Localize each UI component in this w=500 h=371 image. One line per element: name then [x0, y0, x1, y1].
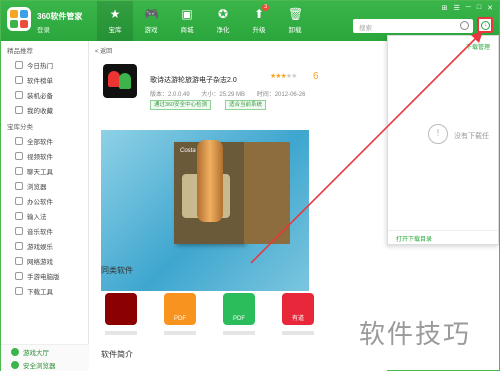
sidebar-item-game-ent[interactable]: 游戏娱乐: [1, 238, 88, 253]
browser-e-icon: [11, 360, 19, 369]
sidebar-item-rankings[interactable]: 软件榜单: [1, 72, 88, 87]
purify-icon: ✪: [217, 7, 229, 21]
list-icon: [15, 75, 23, 84]
nav-tab-upgrade[interactable]: ⬆ 3 升级: [241, 1, 277, 41]
search-icon[interactable]: [460, 21, 469, 30]
gamepad-icon: 🎮: [144, 7, 159, 21]
sidebar-item-essentials[interactable]: 装机必备: [1, 87, 88, 102]
sidebar-section-featured: 精品推荐: [7, 48, 33, 55]
app-title: 歌诗达游轮旅游电子杂志2.0: [150, 77, 237, 84]
sidebar-item-favorites[interactable]: 我的收藏: [1, 102, 88, 117]
menu-icon[interactable]: ☰: [454, 4, 460, 12]
intro-title: 软件简介: [101, 350, 133, 359]
nav-tab-uninstall[interactable]: 🗑 卸载: [277, 1, 313, 41]
similar-software-list: PDF PDF 有道: [105, 293, 314, 335]
main-nav: ★ 宝库 🎮 游戏 ▣ 商城 ✪ 净化 ⬆ 3 升级 🗑 卸载: [97, 1, 313, 41]
sidebar-item-mobile-games[interactable]: 手游电脑版: [1, 268, 88, 283]
nav-tab-purify[interactable]: ✪ 净化: [205, 1, 241, 41]
document-icon: [15, 196, 23, 205]
sidebar-item-download-tools[interactable]: 下载工具: [1, 283, 88, 298]
sidebar-item-music[interactable]: 音乐软件: [1, 223, 88, 238]
watermark: 软件技巧: [359, 320, 472, 350]
app-icon: [103, 64, 137, 98]
window-controls: ⊞ ☰ ─ □ ✕: [442, 4, 493, 12]
star-icon: ★: [109, 7, 121, 21]
maximize-icon[interactable]: □: [477, 4, 481, 12]
open-download-dir-link[interactable]: 打开下载目录: [388, 230, 498, 244]
app-logo-icon[interactable]: [7, 7, 31, 31]
nav-tab-shop[interactable]: ▣ 商城: [169, 1, 205, 41]
youdao-icon: 有道: [282, 293, 314, 325]
compatible-tag: 适合当前系统: [225, 100, 267, 110]
monitor-icon: [15, 90, 23, 99]
screenshot-brand: Costa: [180, 148, 196, 154]
flame-icon: [15, 60, 23, 69]
browser-icon: [15, 181, 23, 190]
trash-icon: 🗑: [288, 7, 304, 21]
keyboard-icon: [15, 211, 23, 220]
shop-bag-icon: ▣: [181, 7, 193, 21]
minimize-icon[interactable]: ─: [466, 4, 471, 12]
security-check-tag: 通过360安全中心检测: [150, 100, 212, 110]
sidebar-item-all[interactable]: 全部软件: [1, 133, 88, 148]
sidebar-section-categories: 宝库分类: [7, 124, 33, 131]
download-arrow-icon: ↓: [481, 21, 490, 30]
version-label: 版本：2.0.0.49: [150, 92, 190, 98]
upgrade-count-badge: 3: [262, 4, 269, 11]
skin-icon[interactable]: ⊞: [442, 4, 448, 12]
app-window: 360软件管家 登录 ★ 宝库 🎮 游戏 ▣ 商城 ✪ 净化 ⬆ 3 升级 🗑 …: [0, 0, 500, 371]
acrobat-icon: [105, 293, 137, 325]
download-icon: [15, 286, 23, 295]
sidebar-item-online-games[interactable]: 网络游戏: [1, 253, 88, 268]
safe-browser-link[interactable]: 安全浏览器: [1, 358, 89, 371]
sidebar-item-chat[interactable]: 聊天工具: [1, 163, 88, 178]
similar-app-1[interactable]: [105, 293, 137, 335]
similar-app-2[interactable]: PDF: [164, 293, 196, 335]
back-link[interactable]: < 返回: [95, 46, 112, 55]
software-detail: < 返回 歌诗达游轮旅游电子杂志2.0 ★★★★★ 6 版本：2.0.0.49 …: [89, 41, 387, 371]
video-icon: [15, 151, 23, 160]
sidebar-bottom-links: 游戏大厅 安全浏览器: [1, 344, 89, 371]
close-icon[interactable]: ✕: [487, 4, 493, 12]
pdf-orange-icon: PDF: [164, 293, 196, 325]
similar-software-title: 同类软件: [101, 266, 133, 275]
sidebar-item-input[interactable]: 输入法: [1, 208, 88, 223]
date-label: 时间：2012-06-26: [256, 92, 306, 98]
nav-tab-treasury[interactable]: ★ 宝库: [97, 1, 133, 41]
sidebar-item-office[interactable]: 办公软件: [1, 193, 88, 208]
info-icon: !: [428, 124, 448, 144]
nav-tab-games[interactable]: 🎮 游戏: [133, 1, 169, 41]
sidebar: 精品推荐 今日热门 软件榜单 装机必备 我的收藏 宝库分类 全部软件 视频软件 …: [1, 41, 89, 371]
similar-app-4[interactable]: 有道: [282, 293, 314, 335]
download-manage-link[interactable]: 下载管理: [466, 42, 490, 51]
game-hall-icon: [11, 347, 19, 356]
pdf-green-icon: PDF: [223, 293, 255, 325]
empty-download-text: 没有下载任: [454, 133, 489, 140]
sidebar-item-browser[interactable]: 浏览器: [1, 178, 88, 193]
search-input[interactable]: 搜索: [353, 19, 473, 33]
music-icon: [15, 226, 23, 235]
sidebar-item-today-hot[interactable]: 今日热门: [1, 57, 88, 72]
rating-score: 6: [313, 71, 319, 82]
game-hall-link[interactable]: 游戏大厅: [1, 345, 89, 358]
grid-icon: [15, 136, 23, 145]
download-manager-button[interactable]: ↓: [477, 17, 493, 33]
chat-icon: [15, 166, 23, 175]
phone-icon: [15, 271, 23, 280]
star-rating: ★★★★★: [270, 73, 297, 80]
brand-name: 360软件管家: [37, 12, 83, 21]
login-link[interactable]: 登录: [37, 24, 50, 34]
similar-app-3[interactable]: PDF: [223, 293, 255, 335]
gamepad-icon: [15, 241, 23, 250]
app-meta: 版本：2.0.0.49 大小：25.29 MB 时间：2012-06-26: [150, 89, 315, 98]
sword-icon: [15, 256, 23, 265]
size-label: 大小：25.29 MB: [201, 92, 246, 98]
sidebar-item-video[interactable]: 视频软件: [1, 148, 88, 163]
download-panel: 下载管理 ! 没有下载任 打开下载目录: [387, 35, 499, 245]
heart-icon: [15, 105, 23, 114]
